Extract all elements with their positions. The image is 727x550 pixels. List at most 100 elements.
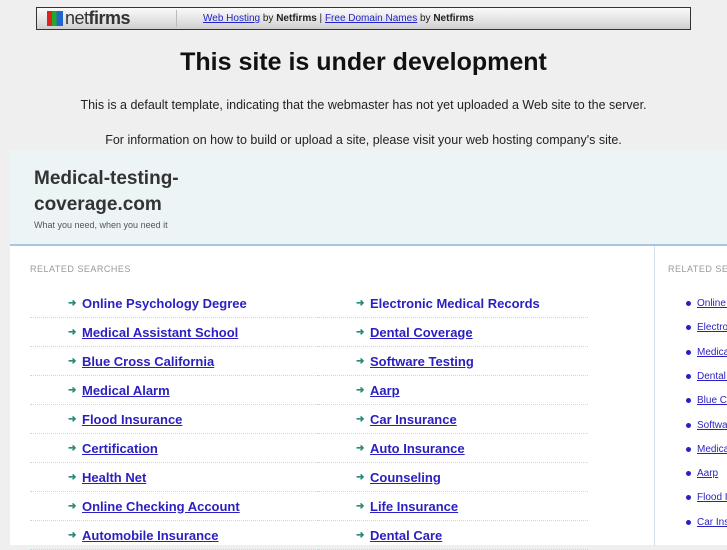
- arrow-icon: ➜: [68, 529, 77, 541]
- search-result-link[interactable]: Aarp: [370, 383, 400, 398]
- site-tagline: What you need, when you need it: [34, 220, 168, 230]
- arrow-icon: ➜: [68, 384, 77, 396]
- sidebar-search-link[interactable]: Flood Insurance: [697, 492, 727, 503]
- search-result-row: ➜ Medical Alarm: [30, 376, 318, 405]
- sidebar-related-searches: RELATED SEARCHES Online Psychology Degre…: [656, 246, 727, 546]
- arrow-icon: ➜: [68, 500, 77, 512]
- search-result-row: ➜ Life Insurance: [318, 492, 588, 521]
- search-result-row: ➜ Certification: [30, 434, 318, 463]
- netfirms-logo[interactable]: netfirms: [37, 8, 177, 28]
- search-result-link[interactable]: Blue Cross California: [82, 354, 214, 369]
- search-result-row: ➜ Automobile Insurance: [30, 521, 318, 550]
- sidebar-search-item: Online Psychology Degree: [686, 298, 727, 309]
- sidebar-search-item: Electronic Medical Records: [686, 322, 727, 333]
- sidebar-label: RELATED SEARCHES: [668, 264, 727, 274]
- sidebar-search-link[interactable]: Software Testing: [697, 420, 727, 431]
- arrow-icon: ➜: [68, 326, 77, 338]
- right-column: ➜ Electronic Medical Records ➜ Dental Cover…: [318, 289, 588, 550]
- bullet-icon: [686, 301, 691, 306]
- bullet-icon: [686, 325, 691, 331]
- search-result-link[interactable]: Online Checking Account: [82, 499, 240, 514]
- bullet-icon: [686, 471, 691, 477]
- site-title: Medical-testing-coverage.com: [34, 168, 179, 215]
- arrow-icon: ➜: [68, 297, 77, 309]
- sidebar-search-link[interactable]: Dental Coverage: [697, 371, 727, 382]
- search-result-link[interactable]: Health Net: [82, 470, 146, 485]
- search-result-link[interactable]: Counseling: [370, 470, 441, 485]
- sidebar-search-link[interactable]: Electronic Medical Records: [697, 322, 727, 333]
- left-column: ➜ Online Psychology Degree ➜ Medical Assist…: [30, 289, 318, 550]
- parked-domain-panel: Medical-testing-coverage.com What you ne…: [10, 150, 727, 550]
- search-result-row: ➜ Health Net: [30, 463, 318, 492]
- search-result-row: ➜ Medical Assistant School: [30, 318, 318, 347]
- default-template-message: This is a default template, indicating t…: [80, 98, 647, 112]
- arrow-icon: ➜: [68, 355, 77, 367]
- web-hosting-link[interactable]: Web Hosting: [203, 13, 260, 24]
- sidebar-search-item: Medical Alarm: [686, 444, 727, 455]
- search-result-row: ➜ Software Testing: [318, 347, 588, 376]
- sidebar-search-item: Software Testing: [686, 420, 727, 431]
- bullet-icon: [686, 349, 691, 355]
- sidebar-search-item: Blue Cross California: [686, 395, 727, 406]
- sidebar-search-item: Flood Insurance: [686, 492, 727, 503]
- search-result-row: ➜ Car Insurance: [318, 405, 588, 434]
- bullet-icon: [686, 422, 691, 428]
- search-result-link[interactable]: Software Testing: [370, 354, 474, 369]
- netfirms-logo-icon: [47, 11, 63, 26]
- arrow-icon: ➜: [356, 355, 365, 367]
- search-result-link[interactable]: Electronic Medical Records: [370, 296, 540, 311]
- arrow-icon: ➜: [356, 384, 365, 396]
- search-result-row: ➜ Blue Cross California: [30, 347, 318, 376]
- search-result-link[interactable]: Certification: [82, 441, 158, 456]
- arrow-icon: ➜: [356, 413, 365, 425]
- arrow-icon: ➜: [356, 297, 365, 309]
- sidebar-search-item: Car Insurance: [686, 517, 727, 528]
- search-result-row: ➜ Counseling: [318, 463, 588, 492]
- search-result-row: ➜ Aarp: [318, 376, 588, 405]
- sidebar-search-link[interactable]: Medical Alarm: [697, 444, 727, 455]
- search-result-row: ➜ Dental Care: [318, 521, 588, 550]
- hosting-info-message: For information on how to build or uploa…: [105, 133, 622, 147]
- search-result-link[interactable]: Dental Care: [370, 528, 442, 543]
- bullet-icon: [686, 373, 691, 379]
- bullet-icon: [686, 495, 691, 501]
- sidebar-search-link[interactable]: Blue Cross California: [697, 395, 727, 406]
- sidebar-search-item: Dental Coverage: [686, 371, 727, 382]
- search-result-row: ➜ Online Checking Account: [30, 492, 318, 521]
- related-searches: RELATED SEARCHES ➜ Online Psychology Degr…: [10, 246, 655, 550]
- search-result-row: ➜ Flood Insurance: [30, 405, 318, 434]
- search-result-row: ➜ Auto Insurance: [318, 434, 588, 463]
- search-result-link[interactable]: Medical Alarm: [82, 383, 170, 398]
- bullet-icon: [686, 398, 691, 404]
- search-result-link[interactable]: Auto Insurance: [370, 441, 465, 456]
- search-result-link[interactable]: Online Psychology Degree: [82, 296, 247, 311]
- arrow-icon: ➜: [356, 471, 365, 483]
- sidebar-search-item: Medical Assistant School: [686, 347, 727, 358]
- sidebar-search-link[interactable]: Car Insurance: [697, 517, 727, 528]
- search-result-link[interactable]: Flood Insurance: [82, 412, 182, 427]
- arrow-icon: ➜: [68, 471, 77, 483]
- arrow-icon: ➜: [68, 413, 77, 425]
- arrow-icon: ➜: [356, 500, 365, 512]
- related-searches-label: RELATED SEARCHES: [30, 264, 131, 274]
- free-domain-names-link[interactable]: Free Domain Names: [325, 13, 417, 24]
- arrow-icon: ➜: [356, 442, 365, 454]
- search-result-row: ➜ Dental Coverage: [318, 318, 588, 347]
- search-result-link[interactable]: Life Insurance: [370, 499, 458, 514]
- search-result-link[interactable]: Car Insurance: [370, 412, 457, 427]
- page-title: This site is under development: [180, 48, 547, 76]
- bullet-icon: [686, 446, 691, 452]
- search-result-row: ➜ Electronic Medical Records: [318, 289, 588, 318]
- search-result-link[interactable]: Medical Assistant School: [82, 325, 238, 340]
- search-result-link[interactable]: Automobile Insurance: [82, 528, 219, 543]
- sidebar-search-link[interactable]: Medical Assistant School: [697, 347, 727, 358]
- netfirms-bar: netfirms Web Hosting by Netfirms | Free …: [36, 7, 691, 30]
- site-header: Medical-testing-coverage.com What you ne…: [10, 150, 727, 246]
- search-result-row: ➜ Online Psychology Degree: [30, 289, 318, 318]
- sidebar-search-link[interactable]: Aarp: [697, 468, 718, 479]
- arrow-icon: ➜: [356, 529, 365, 541]
- sidebar-search-item: Aarp: [686, 468, 718, 479]
- search-result-link[interactable]: Dental Coverage: [370, 325, 473, 340]
- arrow-icon: ➜: [68, 442, 77, 454]
- sidebar-search-link[interactable]: Online Psychology Degree: [697, 298, 727, 309]
